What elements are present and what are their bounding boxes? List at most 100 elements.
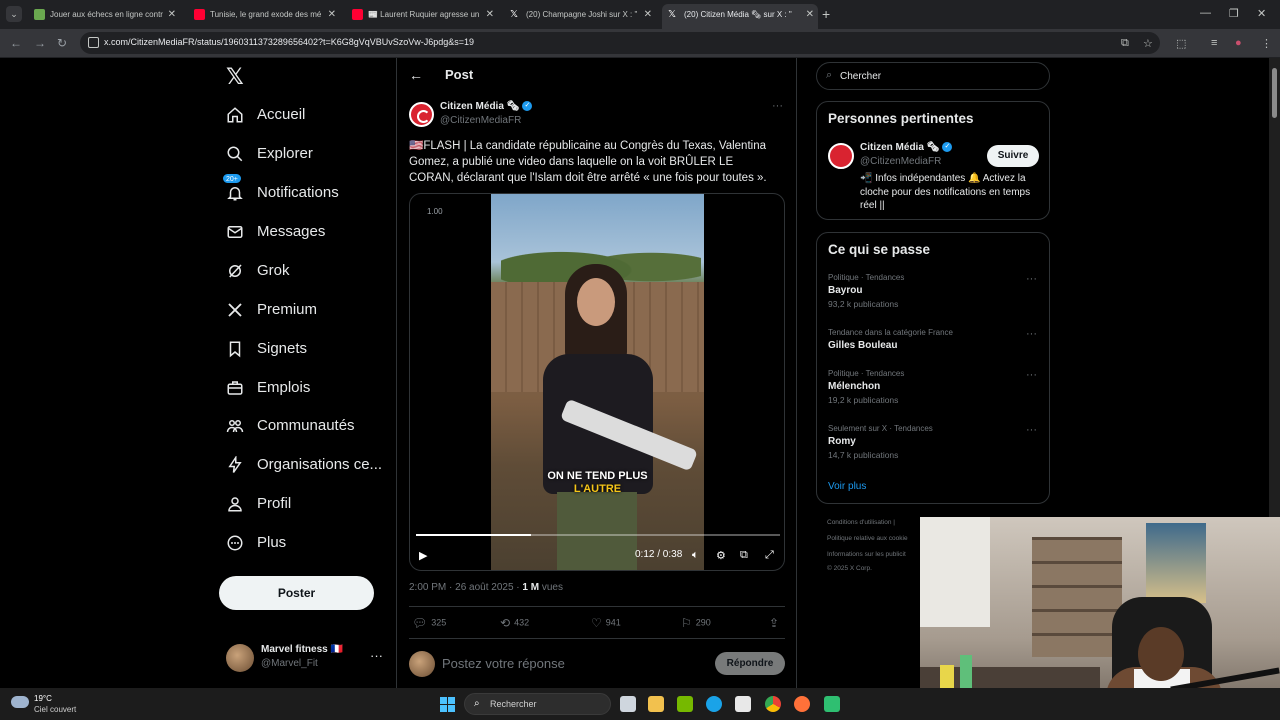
more-dots-icon[interactable]: ··· <box>370 648 383 663</box>
trends-card: Ce qui se passe Politique · Tendances Ba… <box>816 232 1050 504</box>
nav-label: Organisations ce... <box>257 456 383 473</box>
more-dots-icon[interactable]: ··· <box>772 100 783 112</box>
taskbar-search[interactable]: ⌕ Rechercher <box>464 693 611 715</box>
nav-item-notifications[interactable]: 20+ Notifications <box>218 173 388 212</box>
back-arrow-icon[interactable]: ← <box>10 36 22 50</box>
more-dots-icon[interactable]: ··· <box>1026 369 1037 381</box>
reply-button[interactable]: Répondre <box>715 652 785 675</box>
follow-button[interactable]: Suivre <box>987 145 1039 167</box>
author-handle[interactable]: @CitizenMediaFR <box>440 115 521 126</box>
edge-icon[interactable] <box>706 696 722 712</box>
tab-search-chevron-icon[interactable]: ⌄ <box>6 6 22 22</box>
author-avatar[interactable] <box>409 102 434 127</box>
firefox-icon[interactable] <box>794 696 810 712</box>
close-window-icon[interactable]: ✕ <box>1257 7 1266 20</box>
browser-tab[interactable]: Jouer aux échecs en ligne contr ✕ <box>28 4 180 25</box>
address-bar[interactable]: x.com/CitizenMediaFR/status/196031137328… <box>80 32 1160 54</box>
nav-item-jobs[interactable]: Emplois <box>218 371 388 407</box>
reload-icon[interactable]: ↻ <box>57 36 67 50</box>
minimize-icon[interactable]: — <box>1200 7 1211 19</box>
file-explorer-icon[interactable] <box>648 696 664 712</box>
site-info-icon[interactable] <box>88 37 99 48</box>
search-input[interactable]: ⌕ Chercher <box>816 62 1050 90</box>
cast-icon[interactable]: ⧉ <box>1121 37 1129 50</box>
task-view-icon[interactable] <box>620 696 636 712</box>
more-dots-icon[interactable]: ··· <box>1026 273 1037 285</box>
video-player[interactable]: 1.00 ON NE TEND PLUS L'AUTRE ▶ 0:12 / 0:… <box>409 193 785 571</box>
person-icon <box>228 497 242 512</box>
post-timestamp[interactable]: 2:00 PM · 26 août 2025 · <box>409 582 522 593</box>
cloud-weather-icon[interactable] <box>11 696 29 708</box>
windows-start-icon[interactable] <box>440 697 455 712</box>
x-logo-icon[interactable]: 𝕏 <box>226 66 248 88</box>
trend-item[interactable]: Seulement sur X · Tendances Romy 14,7 k … <box>828 424 1043 460</box>
settings-gear-icon[interactable]: ⚙ <box>716 549 726 562</box>
trend-item[interactable]: Tendance dans la catégorie France Gilles… <box>828 328 1043 351</box>
reply-action[interactable]: 💬︎ 325 <box>412 616 446 630</box>
nav-item-communities[interactable]: Communautés <box>218 409 388 445</box>
footer-link[interactable]: Informations sur les publicit <box>827 551 906 558</box>
weather-description[interactable]: Ciel couvert <box>34 705 76 714</box>
nav-item-premium[interactable]: Premium <box>218 293 388 329</box>
trend-count: 14,7 k publications <box>828 450 899 460</box>
browser-tab-active[interactable]: 𝕏 (20) Citizen Média 🗞 sur X : " ✕ <box>662 4 818 29</box>
trend-item[interactable]: Politique · Tendances Bayrou 93,2 k publ… <box>828 273 1043 309</box>
reply-input[interactable]: Postez votre réponse <box>442 656 565 671</box>
volume-icon[interactable]: 🔈︎ <box>692 549 699 562</box>
footer-link[interactable]: Politique relative aux cookie <box>827 535 908 542</box>
video-progress-bar[interactable] <box>416 534 780 536</box>
nav-item-bookmarks[interactable]: Signets <box>218 332 388 368</box>
close-tab-icon[interactable]: ✕ <box>806 4 814 25</box>
nav-item-messages[interactable]: Messages <box>218 215 388 251</box>
profile-avatar-icon[interactable]: ● <box>1235 37 1242 49</box>
maximize-icon[interactable]: ❐ <box>1229 7 1239 20</box>
post-button[interactable]: Poster <box>219 576 374 610</box>
more-dots-icon[interactable]: ··· <box>1026 328 1037 340</box>
relevant-account-handle[interactable]: @CitizenMediaFR <box>860 156 941 167</box>
forward-arrow-icon[interactable]: → <box>34 36 46 50</box>
show-more-link[interactable]: Voir plus <box>828 481 866 492</box>
account-switcher[interactable]: Marvel fitness 🇫🇷 @Marvel_Fit ··· <box>226 642 391 678</box>
chrome-icon[interactable] <box>765 696 781 712</box>
nvidia-icon[interactable] <box>677 696 693 712</box>
footer-link[interactable]: Conditions d'utilisation | <box>827 519 895 526</box>
browser-menu-icon[interactable]: ⋮ <box>1261 37 1272 50</box>
repost-action[interactable]: ⟲ 432 <box>500 616 529 630</box>
pip-icon[interactable]: ⧉ <box>740 549 748 562</box>
browser-tab[interactable]: 𝕏 (20) Champagne Joshi sur X : " ✕ <box>504 4 656 25</box>
extensions-icon[interactable]: ⬚ <box>1176 37 1186 50</box>
like-action[interactable]: ♡ 941 <box>591 616 621 630</box>
new-tab-plus-icon[interactable]: + <box>822 6 830 22</box>
close-tab-icon[interactable]: ✕ <box>328 4 336 25</box>
nav-item-more[interactable]: Plus <box>218 526 388 562</box>
avatar[interactable] <box>828 143 854 169</box>
bookmark-action[interactable]: ⚐ 290 <box>681 616 711 630</box>
bookmark-star-icon[interactable]: ☆ <box>1143 37 1153 50</box>
back-arrow-icon[interactable]: ← <box>409 67 423 83</box>
nav-item-home[interactable]: Accueil <box>218 98 388 134</box>
nav-item-profile[interactable]: Profil <box>218 487 388 523</box>
author-name[interactable]: Citizen Média 🗞 ✓ <box>440 101 533 112</box>
share-action[interactable]: ⇪ <box>769 616 783 630</box>
relevant-account-name[interactable]: Citizen Média 🗞 ✓ <box>860 142 953 153</box>
browser-tab[interactable]: 📰 Laurent Ruquier agresse un ✕ <box>346 4 498 25</box>
store-icon[interactable] <box>735 696 751 712</box>
trend-item[interactable]: Politique · Tendances Mélenchon 19,2 k p… <box>828 369 1043 405</box>
url-text: x.com/CitizenMediaFR/status/196031137328… <box>104 37 475 47</box>
nav-item-organizations[interactable]: Organisations ce... <box>218 448 388 484</box>
nav-item-explore[interactable]: Explorer <box>218 137 388 173</box>
trend-count: 19,2 k publications <box>828 395 899 405</box>
close-tab-icon[interactable]: ✕ <box>644 4 652 25</box>
play-icon[interactable]: ▶ <box>419 549 427 562</box>
close-tab-icon[interactable]: ✕ <box>486 4 494 25</box>
reading-list-icon[interactable]: ≡ <box>1211 37 1217 49</box>
scrollbar-thumb[interactable] <box>1272 68 1277 118</box>
weather-temperature[interactable]: 19°C <box>34 694 52 703</box>
close-tab-icon[interactable]: ✕ <box>168 4 176 25</box>
nav-item-grok[interactable]: Grok <box>218 254 388 290</box>
fullscreen-icon[interactable]: ⤢ <box>765 549 774 562</box>
app-icon[interactable] <box>824 696 840 712</box>
account-name: Marvel fitness 🇫🇷 <box>261 644 343 655</box>
browser-tab[interactable]: Tunisie, le grand exode des mé ✕ <box>188 4 340 25</box>
more-dots-icon[interactable]: ··· <box>1026 424 1037 436</box>
